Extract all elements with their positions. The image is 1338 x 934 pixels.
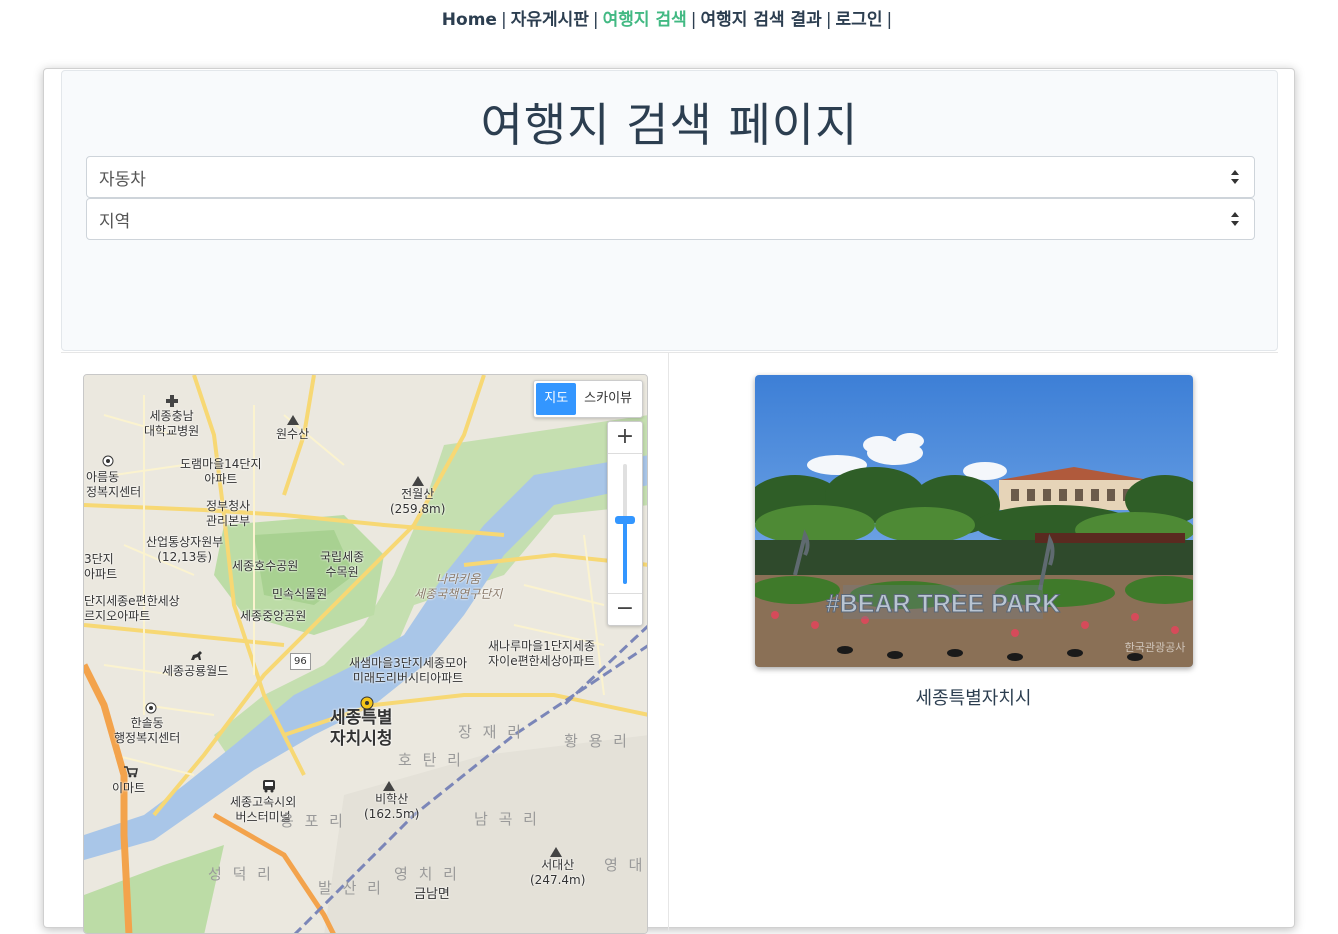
transport-select-value: 자동차	[99, 170, 146, 190]
map-label-seongdeok: 성 덕 리	[208, 865, 274, 883]
city-hall-marker-icon	[360, 696, 374, 710]
nav-login-link[interactable]: 로그인	[836, 10, 883, 30]
bear-tree-park-image: #BEAR TREE PARK 한국관광공사	[755, 375, 1193, 667]
admin-office-icon	[102, 455, 114, 467]
map-label-hotan: 호 탄 리	[398, 751, 464, 769]
map-label-road96: 96	[290, 653, 311, 670]
nav-home-link[interactable]: Home	[442, 10, 497, 30]
map-label-namgok: 남 곡 리	[474, 810, 540, 828]
nav-board-link[interactable]: 자유게시판	[511, 10, 589, 30]
map-label-yeongdae: 영 대 리	[604, 856, 647, 874]
search-panel: 여행지 검색 페이지 자동차 지역	[61, 70, 1278, 351]
map-label-hansoldong: 한솔동 행정복지센터	[114, 716, 181, 745]
destination-photo[interactable]: #BEAR TREE PARK 한국관광공사	[755, 375, 1193, 667]
map-label-central-park: 세종중앙공원	[240, 609, 307, 623]
dinosaur-park-icon	[191, 651, 202, 660]
nav-separator: |	[690, 10, 697, 30]
map-label-saesam: 새샘마을3단지세종모아 미래도리버시티아파트	[349, 656, 468, 685]
bus-terminal-icon	[263, 780, 275, 793]
map-type-control: 지도 스카이뷰	[533, 380, 643, 418]
map-label-sanaru: 새나루마을1단지세종 자이e편한세상아파트	[488, 639, 595, 668]
destination-caption: 세종특별자치시	[915, 688, 1032, 709]
nav-separator: |	[886, 10, 893, 30]
map-column: 세종충남 대학교병원 원수산 도램마을14단지 아파트 아름동 정복지센터 전월산 (2…	[61, 352, 669, 934]
map-label-dorammaeul: 도램마을14단지 아파트	[180, 457, 262, 486]
map-label-yeongchi: 영 치 리	[394, 865, 460, 883]
hospital-cross-icon	[166, 395, 178, 407]
map-label-areumdong: 아름동 정복지센터	[86, 470, 142, 499]
map-label-jeonwolsan: 전월산 (259.8m)	[390, 487, 446, 516]
zoom-slider-fill	[623, 522, 627, 584]
nav-search-results-link[interactable]: 여행지 검색 결과	[700, 10, 821, 30]
shopping-cart-icon	[124, 766, 138, 778]
map-label-hospital: 세종충남 대학교병원	[144, 409, 200, 438]
map-label-folk-museum: 민속식물원	[272, 587, 328, 601]
nav-separator: |	[500, 10, 507, 30]
map-label-balsan: 발 산 리	[318, 879, 384, 897]
zoom-in-button[interactable]: +	[608, 422, 642, 454]
map-label-govt-complex: 정부청사 관리본부	[206, 499, 251, 528]
zoom-control: + −	[607, 421, 643, 626]
nav-separator: |	[825, 10, 832, 30]
mountain-peak-icon	[550, 847, 562, 857]
map-label-industry: 산업통상자원부 (12,13동)	[146, 535, 224, 564]
map-label-yongpo: 용 포 리	[280, 812, 346, 830]
zoom-out-button[interactable]: −	[608, 593, 642, 625]
mountain-peak-icon	[383, 781, 395, 791]
map-label-geumnam: 금남면	[414, 887, 450, 902]
nav-separator: |	[592, 10, 599, 30]
kakao-map[interactable]: 세종충남 대학교병원 원수산 도램마을14단지 아파트 아름동 정복지센터 전월산 (2…	[83, 374, 648, 934]
region-select-value: 지역	[99, 212, 131, 232]
result-column: #BEAR TREE PARK 한국관광공사 세종특별자치시	[669, 352, 1278, 932]
region-select[interactable]: 지역	[86, 198, 1255, 240]
top-nav: Home | 자유게시판 | 여행지 검색 | 여행지 검색 결과 | 로그인 |	[0, 8, 1338, 32]
map-label-arboretum: 국립세종 수목원	[320, 550, 365, 579]
nav-travel-search-link[interactable]: 여행지 검색	[603, 10, 687, 30]
map-label-bihaksan: 비학산 (162.5m)	[364, 792, 420, 821]
admin-office-icon	[145, 702, 157, 714]
svg-text:#BEAR TREE PARK: #BEAR TREE PARK	[826, 590, 1060, 618]
map-type-map-button[interactable]: 지도	[536, 383, 577, 415]
map-label-jangjae: 장 재 리	[458, 723, 524, 741]
page-title: 여행지 검색 페이지	[480, 98, 859, 152]
map-label-lake-park: 세종호수공원	[232, 559, 299, 573]
map-label-hwangyong: 황 용 리	[564, 732, 630, 750]
map-label-emart: 이마트	[112, 781, 146, 795]
map-label-apt1: 3단지 아파트	[84, 552, 118, 581]
zoom-slider-handle[interactable]	[615, 516, 635, 524]
mountain-peak-icon	[287, 415, 299, 425]
select-arrows-icon	[1231, 212, 1239, 226]
svg-text:한국관광공사: 한국관광공사	[1125, 641, 1186, 654]
select-arrows-icon	[1231, 170, 1239, 184]
main-card: 여행지 검색 페이지 자동차 지역 세종충남 대학교병원 원수산 도램마을14단…	[43, 68, 1295, 934]
map-label-apt2: 단지세종e편한세상 르지오아파트	[84, 594, 180, 623]
map-type-skyview-button[interactable]: 스카이뷰	[576, 383, 640, 415]
map-label-narakium: 나라키움 세종국책연구단지	[414, 572, 503, 601]
map-label-wonsusan: 원수산	[276, 427, 310, 441]
transport-select[interactable]: 자동차	[86, 156, 1255, 198]
map-label-seodaesan: 서대산 (247.4m)	[530, 858, 586, 887]
map-label-city-hall: 세종특별 자치시청	[330, 708, 393, 749]
map-label-world: 세종공룡월드	[162, 664, 229, 678]
mountain-peak-icon	[412, 476, 424, 486]
